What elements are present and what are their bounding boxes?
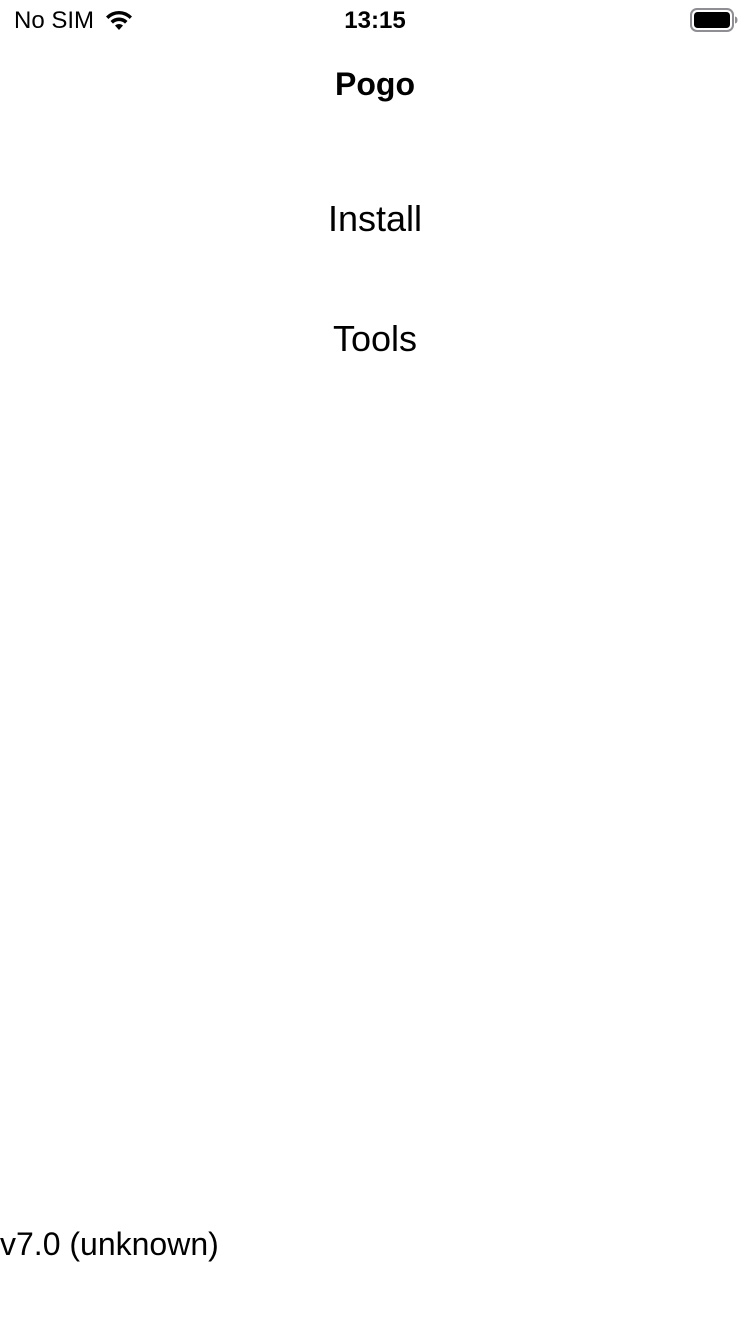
battery-icon: [690, 8, 738, 32]
clock: 13:15: [344, 7, 406, 34]
tools-button[interactable]: Tools: [225, 309, 525, 369]
install-button[interactable]: Install: [225, 189, 525, 249]
status-bar: No SIM 13:15: [0, 0, 750, 40]
page-title: Pogo: [335, 66, 415, 102]
version-label: v7.0 (unknown): [0, 1226, 219, 1262]
